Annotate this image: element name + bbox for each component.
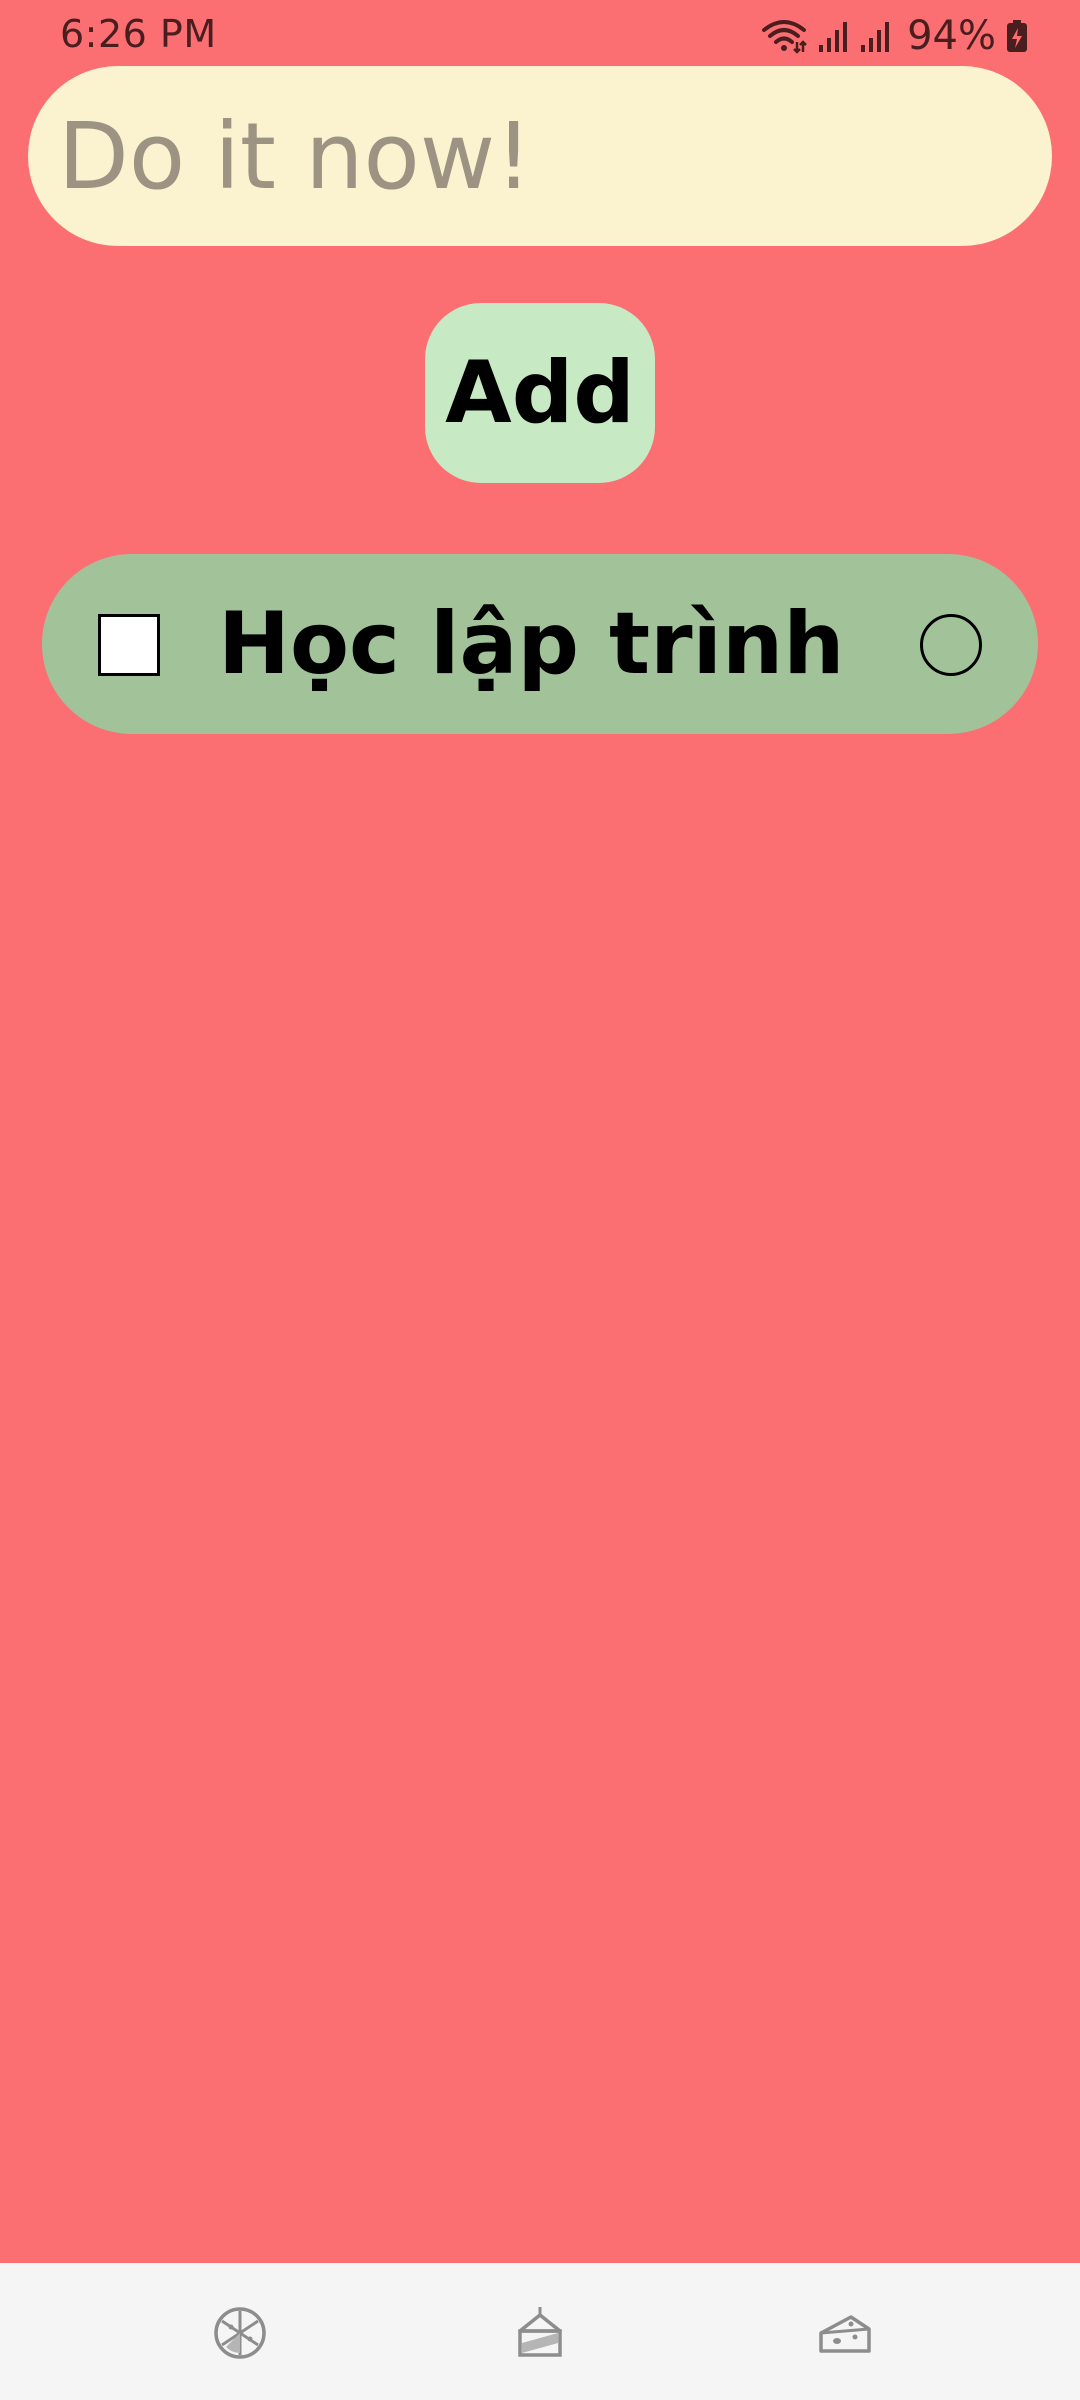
wifi-icon bbox=[761, 18, 807, 54]
task-checkbox[interactable] bbox=[98, 614, 160, 676]
status-time: 6:26 PM bbox=[60, 12, 217, 56]
task-label: Học lập trình bbox=[218, 594, 845, 694]
battery-charging-icon bbox=[1006, 19, 1028, 53]
add-button[interactable]: Add bbox=[425, 303, 655, 483]
cheese-icon[interactable] bbox=[815, 2303, 875, 2363]
pizza-icon[interactable] bbox=[210, 2303, 270, 2363]
task-radio-button[interactable] bbox=[920, 614, 982, 676]
bottom-navigation bbox=[0, 2263, 1080, 2400]
signal-icon bbox=[859, 19, 891, 53]
battery-percentage: 94% bbox=[907, 13, 996, 59]
task-input[interactable] bbox=[28, 66, 1052, 246]
task-item: Học lập trình bbox=[42, 554, 1038, 734]
cake-slice-icon[interactable] bbox=[510, 2303, 570, 2363]
signal-icon bbox=[817, 19, 849, 53]
status-icons: 94% bbox=[761, 13, 1028, 59]
status-bar: 6:26 PM 94% bbox=[0, 0, 1080, 70]
